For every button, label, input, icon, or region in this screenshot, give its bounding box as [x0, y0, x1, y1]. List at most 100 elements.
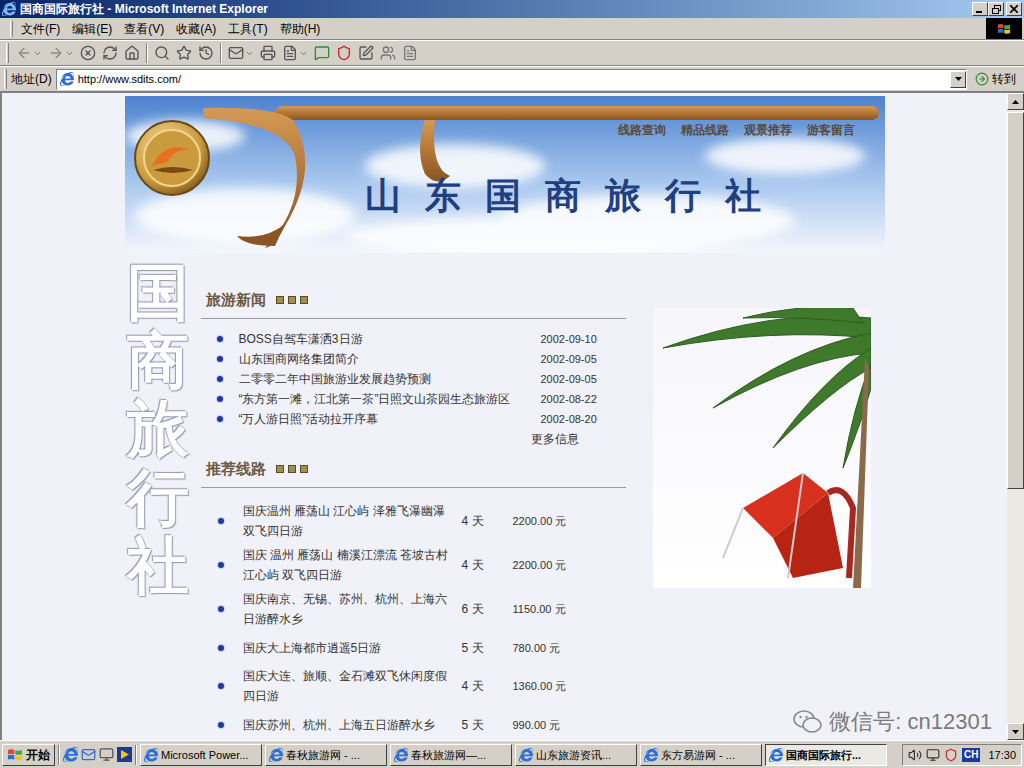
news-date: 2002-08-20: [541, 410, 626, 428]
bullet-dot: [218, 518, 224, 524]
route-name: 国庆南京、无锡、苏州、杭州、上海六日游醉水乡: [243, 589, 455, 629]
menu-item[interactable]: 编辑(E): [66, 20, 118, 38]
edit-button[interactable]: [279, 45, 311, 61]
mail-button[interactable]: [225, 45, 257, 61]
beach-photo: [653, 308, 871, 588]
mail-icon: [228, 45, 244, 61]
route-row[interactable]: 国庆苏州、杭州、上海五日游醉水乡5 天990.00 元: [201, 708, 626, 740]
minimize-icon: [976, 11, 984, 13]
section-heading: 旅游新闻: [201, 290, 626, 319]
route-price: 2200.00 元: [513, 511, 567, 531]
news-item[interactable]: “东方第一滩，江北第一茶”日照文山茶园生态旅游区2002-08-22: [201, 389, 626, 409]
favorites-button[interactable]: [173, 45, 195, 61]
news-title: 二零零二年中国旅游业发展趋势预测: [239, 370, 541, 388]
address-bar: 地址(D)http://www.sdits.com/转到: [0, 66, 1024, 91]
task-app-icon: [644, 748, 658, 762]
start-button[interactable]: 开始: [2, 744, 55, 766]
news-item[interactable]: 二零零二年中国旅游业发展趋势预测2002-09-05: [201, 369, 626, 389]
refresh-button[interactable]: [99, 45, 121, 61]
heading-square: [276, 465, 284, 473]
news-date: 2002-08-22: [541, 390, 626, 408]
page-icon: [60, 72, 74, 86]
scroll-thumb[interactable]: [1007, 112, 1024, 489]
address-field[interactable]: http://www.sdits.com/: [56, 69, 967, 90]
route-row[interactable]: 国庆 温州 雁荡山 楠溪江漂流 苍坡古村 江心屿 双飞四日游4 天2200.00…: [201, 543, 626, 587]
banner-nav: 线路查询 精品线路 观景推荐 游客留言: [125, 96, 885, 137]
route-list: 国庆温州 雁荡山 江心屿 泽雅飞瀑幽瀑双飞四日游4 天2200.00 元国庆 温…: [201, 499, 626, 740]
home-button[interactable]: [121, 45, 143, 61]
task-app-icon: [394, 748, 408, 762]
close-button[interactable]: [1006, 2, 1022, 16]
bullet-dot: [217, 396, 223, 402]
refresh-icon: [102, 45, 118, 61]
route-name: 国庆大连、旅顺、金石滩双飞休闲度假四日游: [243, 666, 455, 706]
bullet-dot: [217, 356, 223, 362]
discuss-button[interactable]: [311, 45, 333, 61]
banner-title: 山东国商旅行社: [125, 175, 885, 215]
banner-nav-link[interactable]: 观景推荐: [744, 123, 792, 137]
stop-button[interactable]: [77, 45, 99, 61]
task-button[interactable]: 春秋旅游网 - ...: [265, 744, 387, 766]
menu-item[interactable]: 帮助(H): [274, 20, 327, 38]
search-button[interactable]: [151, 45, 173, 61]
back-button[interactable]: [13, 45, 45, 61]
news-date: 2002-09-05: [541, 370, 626, 388]
route-row[interactable]: 国庆大连、旅顺、金石滩双飞休闲度假四日游4 天1360.00 元: [201, 664, 626, 708]
banner-nav-link[interactable]: 线路查询: [618, 123, 666, 137]
task-button[interactable]: 国商国际旅行...: [765, 744, 887, 766]
route-row[interactable]: 国庆温州 雁荡山 江心屿 泽雅飞瀑幽瀑双飞四日游4 天2200.00 元: [201, 499, 626, 543]
scroll-down[interactable]: [1007, 723, 1024, 740]
palm-chair-icon: [653, 308, 871, 588]
menu-item[interactable]: 查看(V): [118, 20, 170, 38]
ie-icon: [2, 2, 16, 16]
news-date: 2002-09-10: [541, 330, 626, 348]
site-banner: 线路查询 精品线路 观景推荐 游客留言山东国商旅行社: [125, 96, 885, 253]
task-button[interactable]: Microsoft Power...: [140, 744, 262, 766]
route-days: 4 天: [455, 676, 513, 696]
print-button[interactable]: [257, 45, 279, 61]
windows-flag-icon: [7, 747, 23, 763]
web-page: 线路查询精品线路观景推荐游客留言山东国商旅行社国商旅行社旅游新闻BOSS自驾车潇…: [2, 93, 1007, 740]
task-button[interactable]: 山东旅游资讯...: [515, 744, 637, 766]
route-price: 780.00 元: [513, 638, 561, 658]
dropdown-arrow-icon: [245, 49, 254, 58]
more-link[interactable]: 更多信息: [201, 429, 626, 449]
news-item[interactable]: “万人游日照”活动拉开序幕2002-08-20: [201, 409, 626, 429]
menu-item[interactable]: 工具(T): [222, 20, 273, 38]
restore-button[interactable]: [988, 2, 1004, 16]
messenger-button[interactable]: [377, 45, 399, 61]
input-language[interactable]: CH: [962, 748, 980, 762]
pen-button[interactable]: [355, 45, 377, 61]
go-button[interactable]: 转到: [971, 70, 1020, 88]
banner-nav-link[interactable]: 精品线路: [681, 123, 729, 137]
shield-button[interactable]: [333, 45, 355, 61]
route-days: 4 天: [455, 511, 513, 531]
search-icon: [154, 45, 170, 61]
bullet-dot: [218, 683, 224, 689]
page-button[interactable]: [399, 45, 421, 61]
news-item[interactable]: 山东国商网络集团简介2002-09-05: [201, 349, 626, 369]
scroll-up[interactable]: [1007, 93, 1024, 110]
antivirus-icon: [944, 748, 958, 762]
forward-button[interactable]: [45, 45, 77, 61]
wechat-icon: [793, 709, 823, 735]
close-icon: [1010, 5, 1018, 13]
history-button[interactable]: [195, 45, 217, 61]
page-body: 国商旅行社旅游新闻BOSS自驾车潇洒3日游2002-09-10山东国商网络集团简…: [125, 253, 885, 740]
route-row[interactable]: 国庆南京、无锡、苏州、杭州、上海六日游醉水乡6 天1150.00 元: [201, 587, 626, 631]
task-button[interactable]: 东方易游网 - ...: [640, 744, 762, 766]
outlook-launch-icon: [81, 747, 96, 762]
address-dropdown[interactable]: [950, 71, 966, 88]
task-button[interactable]: 春秋旅游网—...: [390, 744, 512, 766]
menu-item[interactable]: 收藏(A): [170, 20, 222, 38]
minimize-button[interactable]: [972, 2, 988, 16]
menu-item[interactable]: 文件(F): [15, 20, 66, 38]
stop-icon: [80, 45, 96, 61]
route-row[interactable]: 国庆大上海都市逍遥5日游5 天780.00 元: [201, 631, 626, 664]
desktop-launch-icon: [99, 747, 114, 762]
banner-nav-link[interactable]: 游客留言: [807, 123, 855, 137]
task-app-icon: [144, 748, 158, 762]
heading-square: [300, 465, 308, 473]
news-item[interactable]: BOSS自驾车潇洒3日游2002-09-10: [201, 329, 626, 349]
browser-content: 线路查询精品线路观景推荐游客留言山东国商旅行社国商旅行社旅游新闻BOSS自驾车潇…: [0, 91, 1024, 740]
